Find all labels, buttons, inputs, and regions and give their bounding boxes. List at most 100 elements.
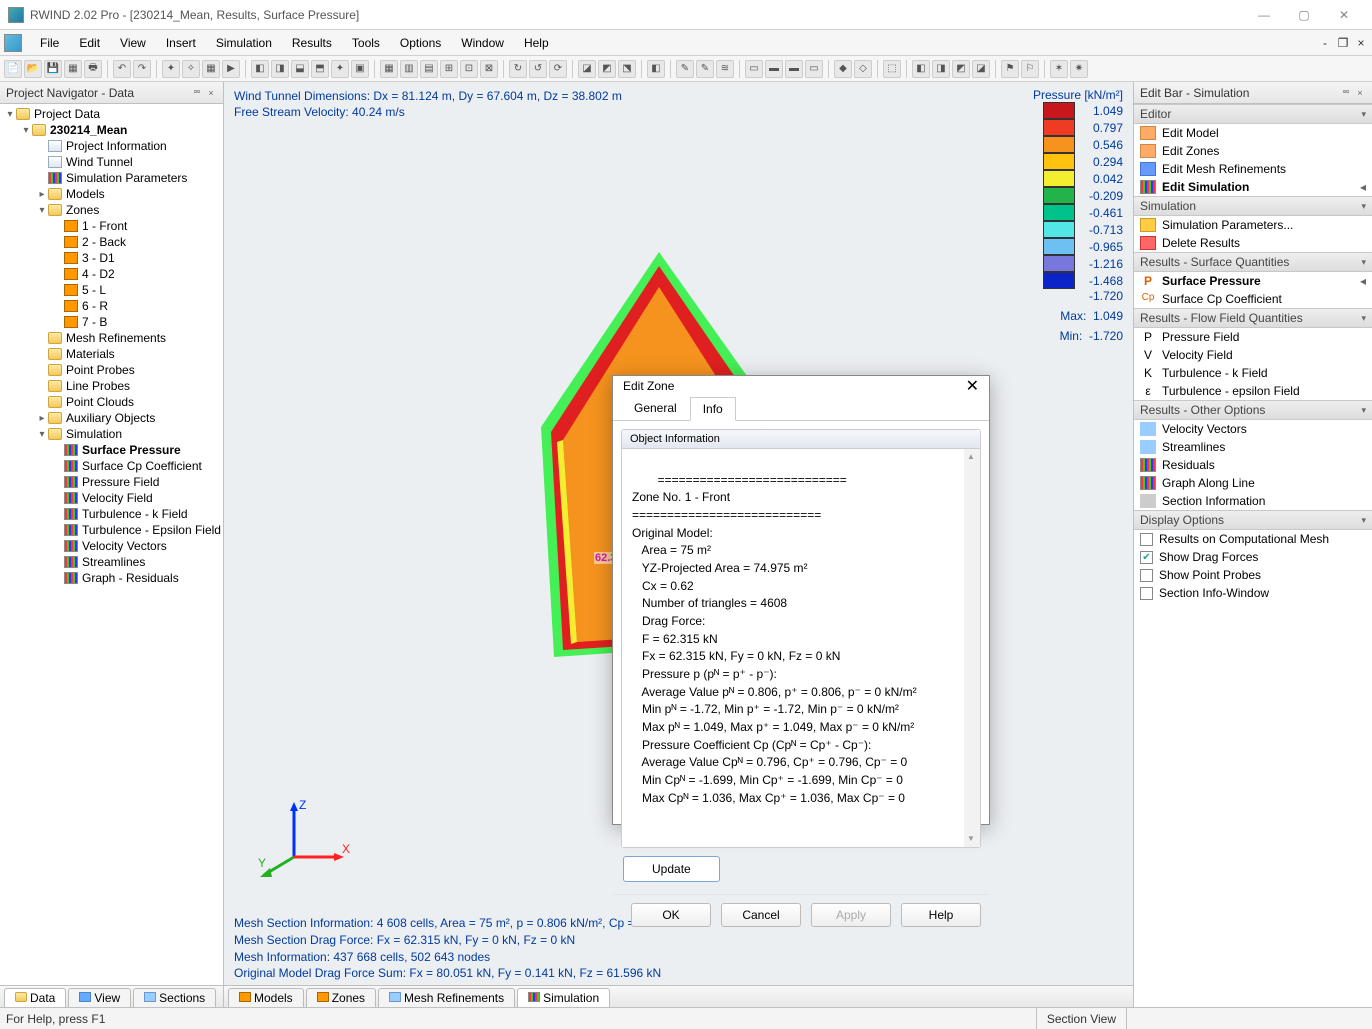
tree-line-probes[interactable]: Line Probes: [0, 378, 223, 394]
menu-tools[interactable]: Tools: [342, 32, 390, 54]
tree-zone[interactable]: 6 - R: [0, 298, 223, 314]
tree-zone[interactable]: 4 - D2: [0, 266, 223, 282]
apply-button[interactable]: Apply: [811, 903, 891, 927]
toolbar-button[interactable]: ✶: [1050, 60, 1068, 78]
turb-k-item[interactable]: KTurbulence - k Field: [1134, 364, 1372, 382]
chk-show-probes[interactable]: Show Point Probes: [1134, 566, 1372, 584]
toolbar-button[interactable]: ⚐: [1021, 60, 1039, 78]
vp-tab-models[interactable]: Models: [228, 988, 304, 1007]
menu-insert[interactable]: Insert: [156, 32, 206, 54]
toolbar-button[interactable]: ▣: [351, 60, 369, 78]
mdi-close-icon[interactable]: ×: [1354, 36, 1368, 50]
update-button[interactable]: Update: [623, 856, 720, 882]
section-info-item[interactable]: Section Information: [1134, 492, 1372, 510]
tree-surface-cp[interactable]: Surface Cp Coefficient: [0, 458, 223, 474]
toolbar-button[interactable]: ✎: [676, 60, 694, 78]
toolbar-button[interactable]: ◪: [578, 60, 596, 78]
tree-surface-pressure[interactable]: Surface Pressure: [0, 442, 223, 458]
velocity-vectors-item[interactable]: Velocity Vectors: [1134, 420, 1372, 438]
tree-simulation[interactable]: ▾Simulation: [0, 426, 223, 442]
close-button[interactable]: ✕: [1324, 3, 1364, 27]
toolbar-button[interactable]: ◆: [834, 60, 852, 78]
vp-tab-zones[interactable]: Zones: [306, 988, 376, 1007]
toolbar-button[interactable]: ◩: [952, 60, 970, 78]
toolbar-button[interactable]: ◧: [251, 60, 269, 78]
mdi-restore-icon[interactable]: ❐: [1336, 36, 1350, 50]
toolbar-button[interactable]: ▶: [222, 60, 240, 78]
toolbar-button[interactable]: ✦: [162, 60, 180, 78]
tree-materials[interactable]: Materials: [0, 346, 223, 362]
surface-cp-item[interactable]: CpSurface Cp Coefficient: [1134, 290, 1372, 308]
toolbar-button[interactable]: ✎: [696, 60, 714, 78]
menu-view[interactable]: View: [110, 32, 156, 54]
tree-graph-residuals[interactable]: Graph - Residuals: [0, 570, 223, 586]
maximize-button[interactable]: ▢: [1284, 3, 1324, 27]
edit-zones-item[interactable]: Edit Zones: [1134, 142, 1372, 160]
residuals-item[interactable]: Residuals: [1134, 456, 1372, 474]
close-panel-icon[interactable]: ×: [1354, 87, 1366, 99]
toolbar-button[interactable]: ◇: [854, 60, 872, 78]
velocity-field-item[interactable]: VVelocity Field: [1134, 346, 1372, 364]
toolbar-button[interactable]: ⬒: [311, 60, 329, 78]
toolbar-button[interactable]: 📂: [24, 60, 42, 78]
redo-button[interactable]: ↷: [133, 60, 151, 78]
tree-root[interactable]: ▾Project Data: [0, 106, 223, 122]
navigator-tree[interactable]: ▾Project Data ▾230214_Mean Project Infor…: [0, 104, 223, 985]
tree-turb-k[interactable]: Turbulence - k Field: [0, 506, 223, 522]
toolbar-button[interactable]: ⬔: [618, 60, 636, 78]
menu-options[interactable]: Options: [390, 32, 451, 54]
streamlines-item[interactable]: Streamlines: [1134, 438, 1372, 456]
tree-zone[interactable]: 7 - B: [0, 314, 223, 330]
toolbar-button[interactable]: ◪: [972, 60, 990, 78]
toolbar-button[interactable]: ▦: [64, 60, 82, 78]
toolbar-button[interactable]: 📄: [4, 60, 22, 78]
toolbar-button[interactable]: ▭: [745, 60, 763, 78]
vp-tab-mesh[interactable]: Mesh Refinements: [378, 988, 515, 1007]
menu-edit[interactable]: Edit: [69, 32, 110, 54]
toolbar-button[interactable]: ◩: [598, 60, 616, 78]
toolbar-button[interactable]: ≋: [716, 60, 734, 78]
tree-zone[interactable]: 5 - L: [0, 282, 223, 298]
vp-tab-simulation[interactable]: Simulation: [517, 988, 610, 1007]
toolbar-button[interactable]: ▥: [400, 60, 418, 78]
toolbar-button[interactable]: ▤: [420, 60, 438, 78]
toolbar-button[interactable]: ◨: [932, 60, 950, 78]
tree-zones[interactable]: ▾Zones: [0, 202, 223, 218]
ok-button[interactable]: OK: [631, 903, 711, 927]
toolbar-button[interactable]: ⬚: [883, 60, 901, 78]
chk-section-info-win[interactable]: Section Info-Window: [1134, 584, 1372, 602]
tree-velocity-field[interactable]: Velocity Field: [0, 490, 223, 506]
graph-along-line-item[interactable]: Graph Along Line: [1134, 474, 1372, 492]
toolbar-button[interactable]: ✦: [331, 60, 349, 78]
toolbar-button[interactable]: ▦: [380, 60, 398, 78]
tree-project[interactable]: ▾230214_Mean: [0, 122, 223, 138]
nav-tab-view[interactable]: View: [68, 988, 131, 1007]
toolbar-button[interactable]: ✧: [182, 60, 200, 78]
tree-simulation-parameters[interactable]: Simulation Parameters: [0, 170, 223, 186]
toolbar-button[interactable]: ⟳: [549, 60, 567, 78]
tree-zone[interactable]: 3 - D1: [0, 250, 223, 266]
sim-params-item[interactable]: Simulation Parameters...: [1134, 216, 1372, 234]
tree-wind-tunnel[interactable]: Wind Tunnel: [0, 154, 223, 170]
toolbar-button[interactable]: ▬: [765, 60, 783, 78]
menu-window[interactable]: Window: [451, 32, 514, 54]
nav-tab-data[interactable]: Data: [4, 988, 66, 1007]
toolbar-button[interactable]: ✷: [1070, 60, 1088, 78]
menu-simulation[interactable]: Simulation: [206, 32, 282, 54]
tree-point-probes[interactable]: Point Probes: [0, 362, 223, 378]
close-panel-icon[interactable]: ×: [205, 87, 217, 99]
info-textarea[interactable]: =========================== Zone No. 1 -…: [622, 449, 980, 847]
tree-zone[interactable]: 1 - Front: [0, 218, 223, 234]
toolbar-button[interactable]: ◧: [647, 60, 665, 78]
nav-tab-sections[interactable]: Sections: [133, 988, 216, 1007]
tree-streamlines[interactable]: Streamlines: [0, 554, 223, 570]
toolbar-button[interactable]: ▬: [785, 60, 803, 78]
tree-project-information[interactable]: Project Information: [0, 138, 223, 154]
tree-zone[interactable]: 2 - Back: [0, 234, 223, 250]
chk-results-comp-mesh[interactable]: Results on Computational Mesh: [1134, 530, 1372, 548]
delete-results-item[interactable]: Delete Results: [1134, 234, 1372, 252]
dialog-close-icon[interactable]: ✕: [966, 376, 979, 396]
toolbar-button[interactable]: ⊞: [440, 60, 458, 78]
turb-eps-item[interactable]: εTurbulence - epsilon Field: [1134, 382, 1372, 400]
edit-mesh-item[interactable]: Edit Mesh Refinements: [1134, 160, 1372, 178]
